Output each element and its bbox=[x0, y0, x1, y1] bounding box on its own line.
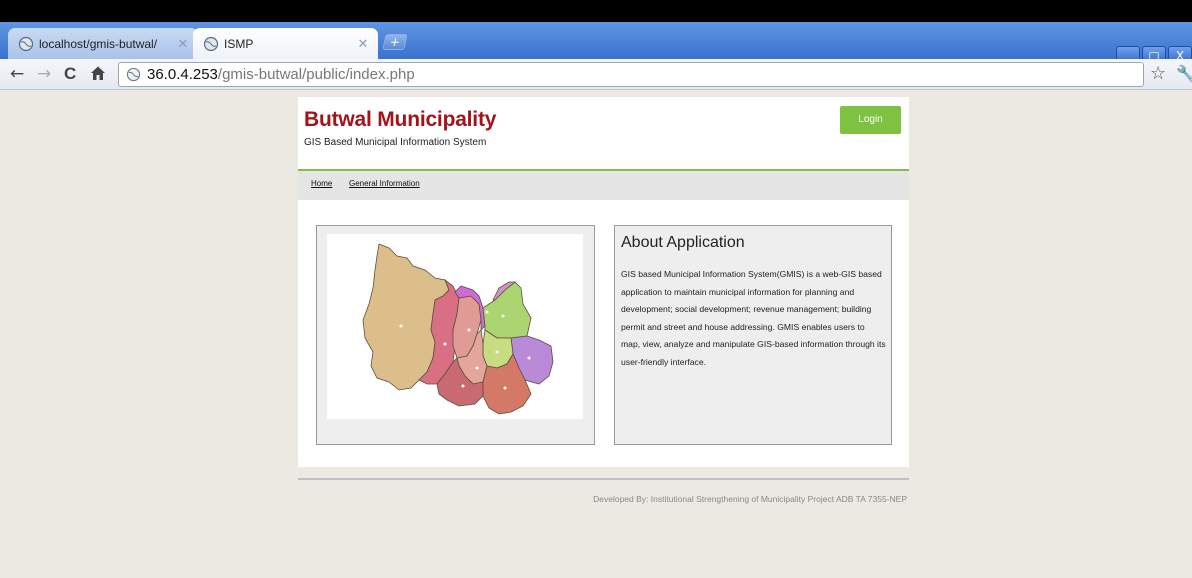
map-panel bbox=[316, 225, 595, 445]
about-panel: About Application GIS based Municipal In… bbox=[614, 225, 892, 445]
site-header: Butwal Municipality GIS Based Municipal … bbox=[298, 97, 909, 169]
tab-title: ISMP bbox=[224, 36, 254, 51]
screen-top-bar bbox=[0, 0, 1192, 22]
url-path: /gmis-butwal/public/index.php bbox=[217, 66, 415, 83]
url-host: 36.0.4.253 bbox=[147, 66, 218, 83]
tab-ismp[interactable]: ISMP ✕ bbox=[193, 28, 378, 59]
reload-button[interactable]: C bbox=[64, 65, 76, 83]
site-title: Butwal Municipality bbox=[304, 108, 497, 131]
browser-toolbar: ← → C 36.0.4.253/gmis-butwal/public/inde… bbox=[0, 59, 1192, 90]
new-tab-button[interactable]: + bbox=[382, 34, 408, 50]
close-icon[interactable]: ✕ bbox=[176, 36, 190, 52]
nav-link-general-information[interactable]: General Information bbox=[349, 179, 420, 188]
address-bar[interactable]: 36.0.4.253/gmis-butwal/public/index.php bbox=[118, 62, 1144, 87]
about-text: GIS based Municipal Information System(G… bbox=[621, 269, 886, 367]
main-content: About Application GIS based Municipal In… bbox=[298, 200, 909, 467]
globe-icon bbox=[126, 67, 141, 82]
globe-icon bbox=[18, 36, 34, 51]
site-subtitle: GIS Based Municipal Information System bbox=[304, 137, 487, 148]
url-text: 36.0.4.253/gmis-butwal/public/index.php bbox=[147, 66, 415, 83]
tab-title: localhost/gmis-butwal/ bbox=[39, 36, 158, 51]
municipal-ward-map bbox=[362, 243, 554, 415]
nav-link-home[interactable]: Home bbox=[311, 179, 332, 188]
forward-button[interactable]: → bbox=[37, 65, 51, 83]
footer-divider bbox=[298, 478, 909, 480]
home-icon bbox=[91, 66, 105, 80]
back-button[interactable]: ← bbox=[10, 65, 24, 83]
tab-localhost[interactable]: localhost/gmis-butwal/ ✕ bbox=[8, 28, 198, 59]
tab-strip: localhost/gmis-butwal/ ✕ ISMP ✕ + _ □ X bbox=[0, 22, 1192, 66]
globe-icon bbox=[203, 36, 219, 51]
ward-map-image bbox=[327, 234, 583, 419]
login-button[interactable]: Login bbox=[840, 106, 901, 134]
footer-credit: Developed By: Institutional Strengthenin… bbox=[593, 494, 907, 504]
star-icon[interactable]: ☆ bbox=[1150, 64, 1166, 84]
site-nav: Home General Information bbox=[298, 171, 909, 200]
about-title: About Application bbox=[621, 234, 745, 251]
home-button[interactable] bbox=[90, 65, 106, 85]
close-icon[interactable]: ✕ bbox=[356, 36, 370, 52]
wrench-icon[interactable]: 🔧 bbox=[1176, 64, 1192, 84]
